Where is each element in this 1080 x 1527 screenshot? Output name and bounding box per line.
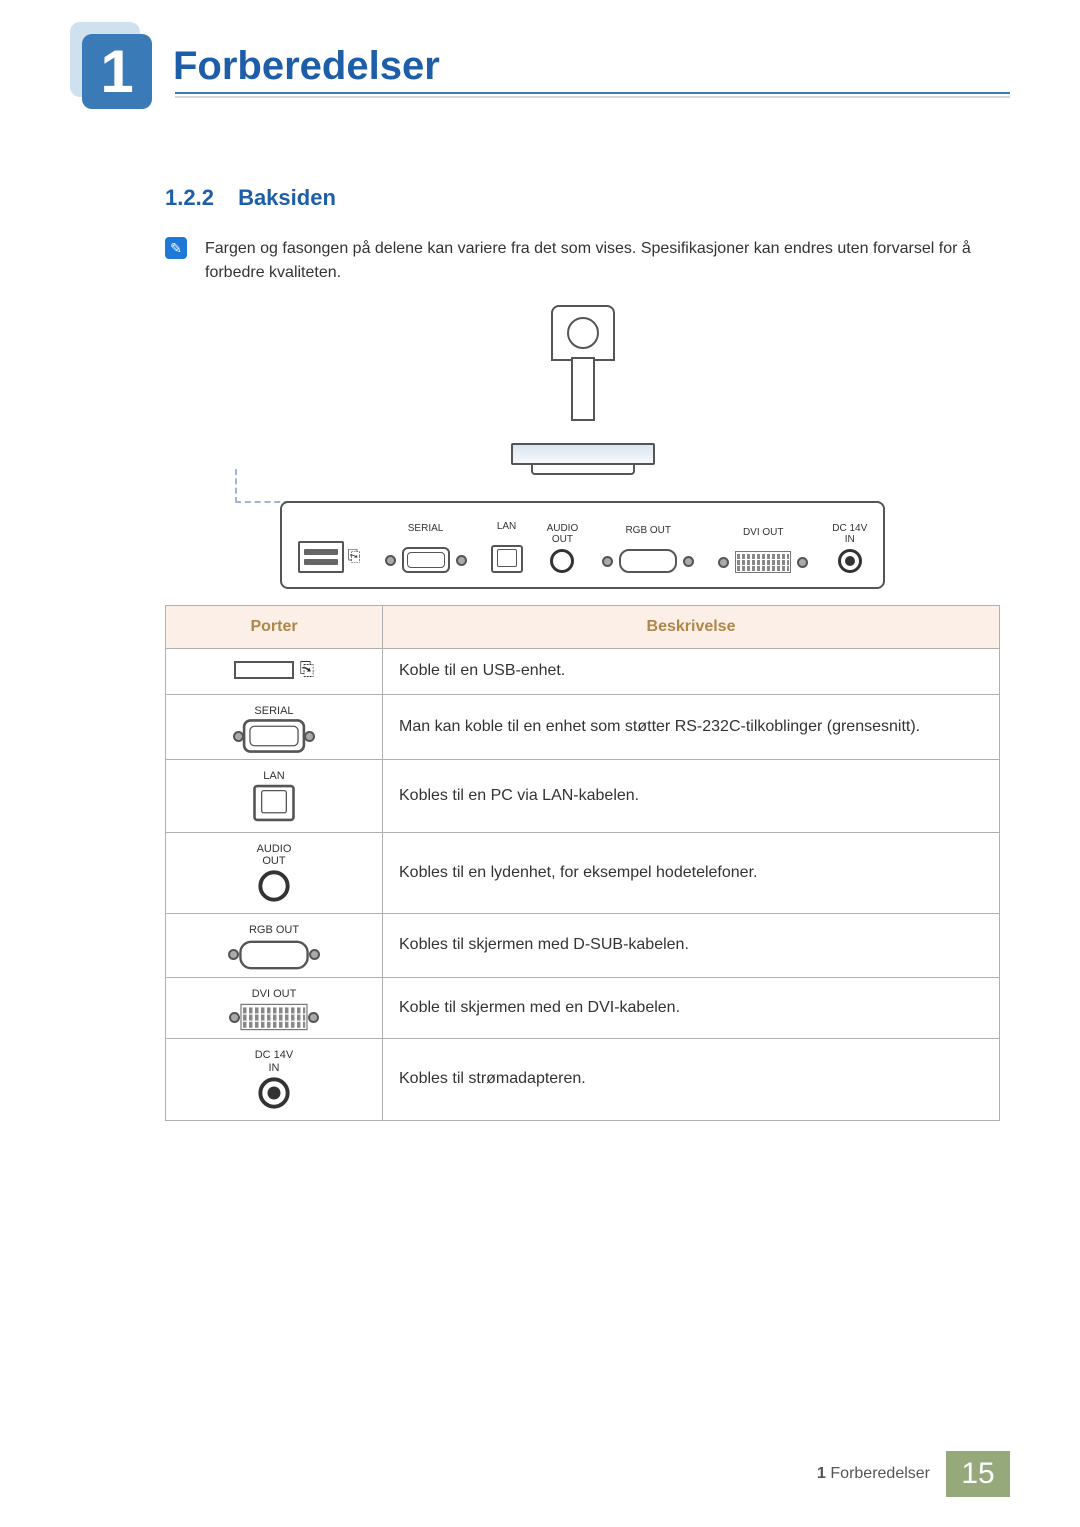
- chapter-number-badge: 1: [70, 22, 155, 117]
- dc-jack-icon: [838, 549, 862, 573]
- table-desc: Kobles til en lydenhet, for eksempel hod…: [383, 832, 1000, 913]
- usb-port-icon: [298, 541, 344, 573]
- note-text: Fargen og fasongen på delene kan variere…: [205, 237, 1000, 285]
- table-desc: Kobles til strømadapteren.: [383, 1039, 1000, 1120]
- panel-usb: ⎘: [298, 517, 361, 573]
- dsub-port-icon: [228, 943, 320, 967]
- table-row: SERIAL Man kan koble til en enhet som st…: [166, 694, 1000, 760]
- table-desc: Kobles til skjermen med D-SUB-kabelen.: [383, 914, 1000, 978]
- lan-port-icon: [491, 545, 523, 573]
- panel-dc: DC 14V IN: [832, 523, 867, 573]
- section-heading: 1.2.2 Baksiden: [165, 185, 1000, 211]
- monitor-stand-icon: [538, 305, 628, 465]
- table-head-desc: Beskrivelse: [383, 606, 1000, 649]
- table-row: ⎘ Koble til en USB-enhet.: [166, 649, 1000, 695]
- table-desc: Koble til skjermen med en DVI-kabelen.: [383, 977, 1000, 1039]
- usb-symbol-icon: ⎘: [348, 548, 361, 566]
- table-row: RGB OUT Kobles til skjermen med D-SUB-ka…: [166, 914, 1000, 978]
- serial-port-icon: [233, 723, 315, 749]
- guide-line: [235, 469, 467, 503]
- section-number: 1.2.2: [165, 185, 214, 210]
- note-icon: ✎: [165, 237, 187, 259]
- panel-audio: AUDIO OUT: [547, 523, 579, 573]
- serial-port-icon: [385, 547, 467, 573]
- note-block: ✎ Fargen og fasongen på delene kan varie…: [165, 237, 1000, 285]
- table-row: DVI OUT Koble til skjermen med en DVI-ka…: [166, 977, 1000, 1039]
- usb-port-icon: ⎘: [234, 659, 314, 680]
- page-footer: 1 Forberedelser 15: [817, 1451, 1010, 1497]
- dvi-port-icon: [718, 551, 808, 573]
- table-desc: Man kan koble til en enhet som støtter R…: [383, 694, 1000, 760]
- table-desc: Koble til en USB-enhet.: [383, 649, 1000, 695]
- dc-jack-icon: [262, 1081, 286, 1105]
- dvi-port-icon: [229, 1006, 319, 1028]
- ports-table: Porter Beskrivelse ⎘ Koble til en USB-en…: [165, 605, 1000, 1121]
- panel-dvi: DVI OUT: [718, 527, 808, 573]
- header-divider: [175, 92, 1010, 98]
- content-area: 1.2.2 Baksiden ✎ Fargen og fasongen på d…: [165, 185, 1000, 1121]
- table-head-port: Porter: [166, 606, 383, 649]
- chapter-header: 1 Forberedelser: [70, 22, 1010, 117]
- audio-jack-icon: [262, 874, 286, 898]
- footer-chapter-ref: 1 Forberedelser: [817, 1465, 946, 1483]
- table-row: DC 14V IN Kobles til strømadapteren.: [166, 1039, 1000, 1120]
- chapter-title: Forberedelser: [173, 22, 440, 89]
- table-row: AUDIO OUT Kobles til en lydenhet, for ek…: [166, 832, 1000, 913]
- panel-serial: SERIAL: [385, 523, 467, 573]
- chapter-number: 1: [82, 34, 152, 109]
- panel-lan: LAN: [491, 521, 523, 573]
- page: 1 Forberedelser 1.2.2 Baksiden ✎ Fargen …: [0, 0, 1080, 1527]
- page-number: 15: [946, 1451, 1010, 1497]
- panel-rgb: RGB OUT: [602, 525, 694, 573]
- rear-diagram: ⎘ SERIAL LAN AUDIO OUT RGB OUT: [165, 305, 1000, 589]
- section-title: Baksiden: [238, 185, 336, 210]
- lan-port-icon: [258, 789, 290, 817]
- table-desc: Kobles til en PC via LAN-kabelen.: [383, 760, 1000, 833]
- dsub-port-icon: [602, 549, 694, 573]
- table-row: LAN Kobles til en PC via LAN-kabelen.: [166, 760, 1000, 833]
- audio-jack-icon: [550, 549, 574, 573]
- port-panel: ⎘ SERIAL LAN AUDIO OUT RGB OUT: [280, 501, 886, 589]
